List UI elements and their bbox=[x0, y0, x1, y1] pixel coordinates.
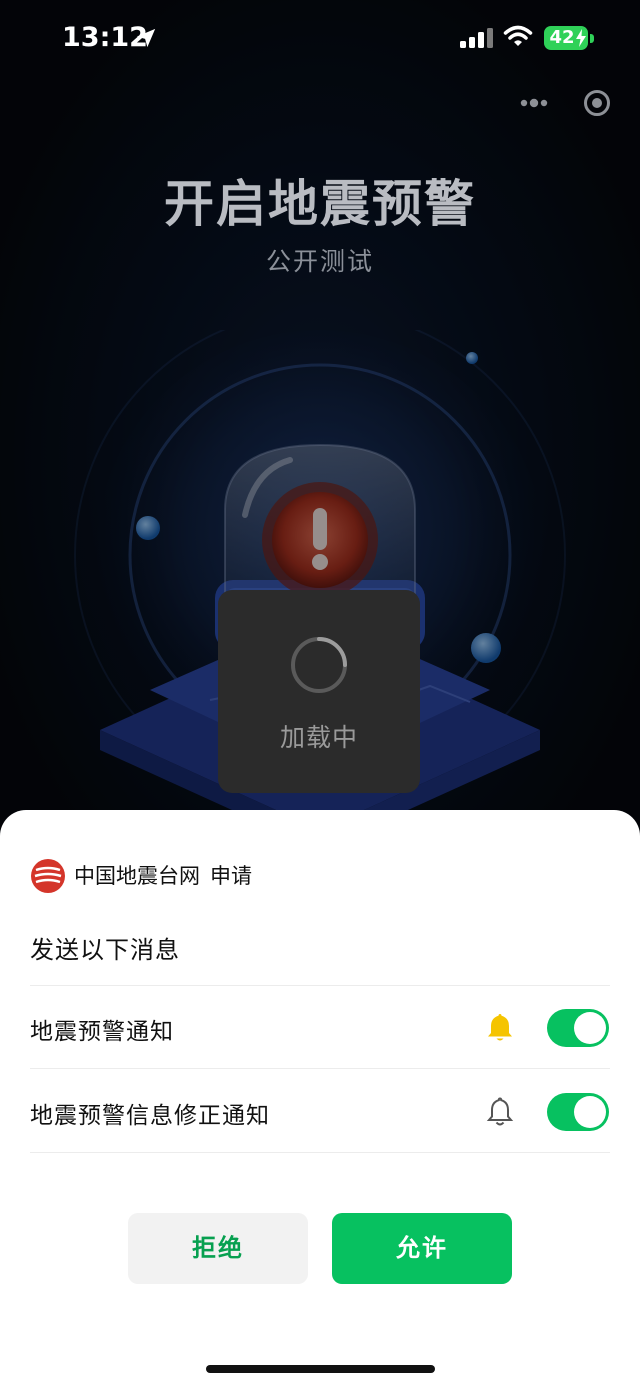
cellular-signal-icon bbox=[460, 28, 493, 48]
target-close-icon[interactable] bbox=[583, 89, 611, 117]
charging-bolt-icon bbox=[576, 29, 586, 47]
more-dots-icon[interactable] bbox=[518, 93, 550, 113]
page-title: 开启地震预警 bbox=[164, 175, 476, 233]
requester-line: 中国地震台网 申请 bbox=[74, 860, 262, 890]
page-subtitle: 公开测试 bbox=[265, 247, 374, 276]
cenc-logo-icon bbox=[31, 859, 65, 893]
subscribe-permission-sheet: 中国地震台网 申请 发送以下消息 地震预警通知 地震预警信息修正通知 拒绝 允许 bbox=[0, 810, 640, 1385]
loading-text: 加载中 bbox=[279, 723, 358, 752]
battery-cap bbox=[590, 34, 594, 43]
loading-toast: 加载中 bbox=[218, 590, 420, 793]
allow-button[interactable]: 允许 bbox=[332, 1213, 512, 1284]
toggle-knob bbox=[574, 1096, 606, 1128]
location-arrow-icon bbox=[136, 28, 156, 48]
option-label-correction: 地震预警信息修正通知 bbox=[30, 1103, 270, 1129]
toggle-warning-notification[interactable] bbox=[547, 1009, 609, 1047]
option-label-warning: 地震预警通知 bbox=[30, 1019, 174, 1045]
wifi-icon bbox=[503, 25, 533, 46]
reject-button[interactable]: 拒绝 bbox=[128, 1213, 308, 1284]
app-name: 中国地震台网 bbox=[74, 864, 200, 888]
divider bbox=[30, 985, 610, 986]
divider bbox=[30, 1068, 610, 1069]
bell-outline-icon bbox=[486, 1097, 514, 1126]
sheet-heading: 发送以下消息 bbox=[30, 936, 180, 964]
toggle-correction-notification[interactable] bbox=[547, 1093, 609, 1131]
request-action: 申请 bbox=[210, 864, 252, 888]
home-indicator bbox=[206, 1365, 435, 1373]
divider bbox=[30, 1152, 610, 1153]
battery-indicator: 42 bbox=[544, 26, 588, 50]
loading-spinner-icon bbox=[291, 637, 347, 693]
toggle-knob bbox=[574, 1012, 606, 1044]
status-bar: 13:12 42 bbox=[0, 0, 640, 80]
bell-filled-icon bbox=[488, 1014, 512, 1041]
